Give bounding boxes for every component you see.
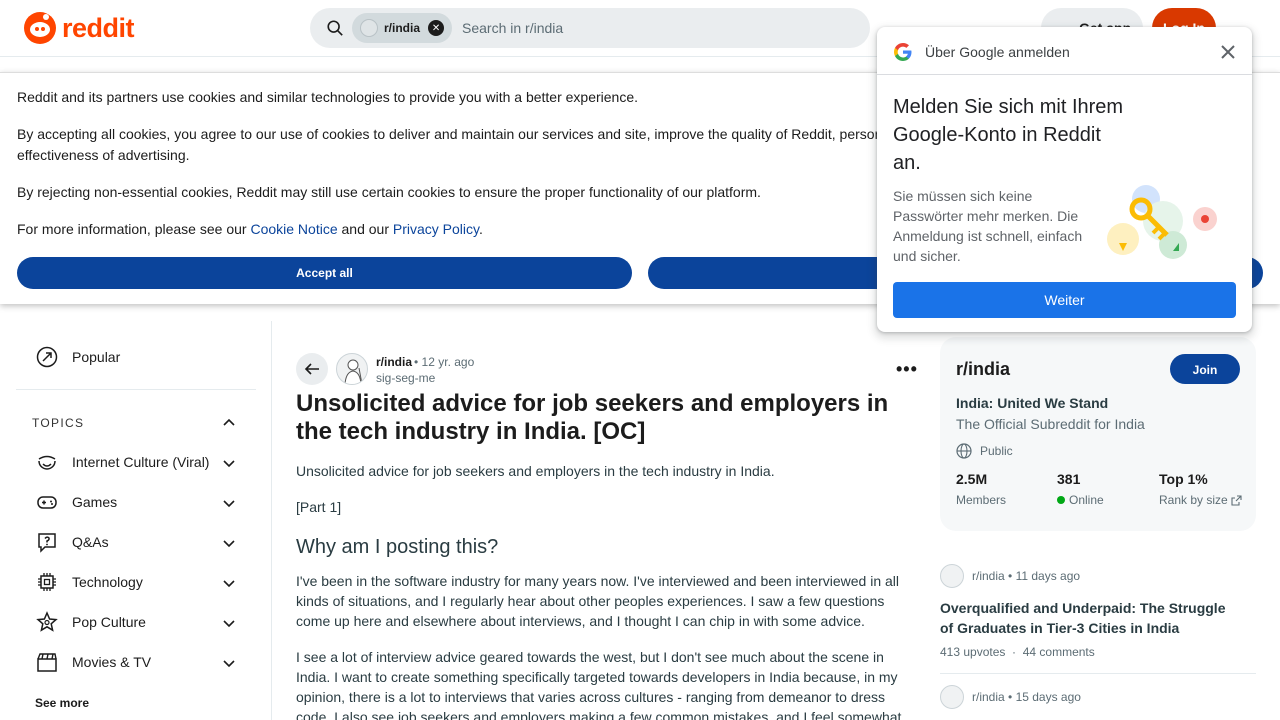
cookie-text-2: By accepting all cookies, you agree to o… (17, 126, 883, 163)
sidebar-item-internet-culture[interactable]: Internet Culture (Viral) (36, 451, 209, 473)
google-signin-popup: Über Google anmelden Melden Sie sich mit… (877, 27, 1252, 332)
rank-label[interactable]: Rank by size (1159, 493, 1242, 507)
post-subreddit[interactable]: r/india (376, 355, 412, 369)
sidebar-item-label: Technology (72, 574, 143, 590)
sidebar-item-label: Pop Culture (72, 614, 146, 630)
key-illustration-icon (1107, 185, 1217, 259)
cookie-text-4: For more information, please see our Coo… (17, 221, 483, 237)
cookie-text-1: Reddit and its partners use cookies and … (17, 89, 639, 105)
left-sidebar: Popular TOPICS Internet Culture (Viral) … (0, 321, 272, 720)
search-bar[interactable]: r/india ✕ Search in r/india (310, 8, 870, 48)
sidebar-item-technology[interactable]: Technology (36, 571, 143, 593)
popup-heading: Melden Sie sich mit Ihrem Google-Konto i… (893, 96, 1124, 174)
popup-body: Sie müssen sich keine Passwörter mehr me… (893, 188, 1083, 264)
related-post[interactable]: r/india • 15 days ago (940, 685, 1256, 715)
members-label: Members (956, 493, 1007, 507)
related-post[interactable]: r/india • 11 days ago Overqualified and … (940, 564, 1256, 674)
post-part: [Part 1] (296, 499, 342, 515)
community-description: The Official Subreddit for India (956, 416, 1145, 432)
external-link-icon (1231, 494, 1242, 506)
privacy-policy-link[interactable]: Privacy Policy (393, 221, 479, 237)
community-title: India: United We Stand (956, 395, 1109, 411)
post-paragraph-2: I see a lot of interview advice geared t… (296, 649, 902, 720)
sidebar-item-movies-tv[interactable]: Movies & TV (36, 651, 151, 673)
rank-value: Top 1% (1159, 471, 1208, 487)
arrow-left-icon (304, 363, 319, 375)
post-time: • 12 yr. ago (414, 355, 475, 369)
chevron-down-icon[interactable] (222, 616, 236, 630)
related-post-stats: 413 upvotes · 44 comments (940, 645, 1095, 659)
related-post-meta: r/india • 15 days ago (972, 690, 1081, 704)
sidebar-divider (16, 389, 256, 390)
divider (940, 673, 1256, 674)
gamepad-icon (37, 496, 57, 509)
post-paragraph-1: I've been in the software industry for m… (296, 573, 900, 629)
post-intro: Unsolicited advice for job seekers and e… (296, 463, 775, 479)
related-post-title[interactable]: Overqualified and Underpaid: The Struggl… (940, 598, 1240, 638)
smile-icon (38, 455, 56, 470)
chevron-down-icon[interactable] (222, 456, 236, 470)
topics-heading: TOPICS (32, 416, 85, 430)
sidebar-item-label: Q&As (72, 534, 109, 550)
subreddit-avatar[interactable] (336, 353, 368, 385)
search-icon (327, 20, 343, 36)
accept-all-button[interactable]: Accept all (17, 257, 632, 289)
star-icon (36, 611, 58, 632)
chevron-up-icon[interactable] (222, 416, 236, 430)
subreddit-search-chip: r/india ✕ (352, 13, 453, 43)
sidebar-item-pop-culture[interactable]: Pop Culture (36, 611, 146, 633)
post-heading: Why am I posting this? (296, 536, 499, 558)
online-label: Online (1057, 493, 1104, 507)
cookie-text-3: By rejecting non-essential cookies, Redd… (17, 184, 761, 200)
popup-header-title: Über Google anmelden (925, 44, 1070, 60)
subreddit-avatar (360, 19, 378, 37)
sidebar-item-label: Popular (72, 349, 121, 365)
sidebar-item-label: Internet Culture (Viral) (72, 454, 210, 470)
chevron-down-icon[interactable] (222, 656, 236, 670)
sidebar-item-label: Games (72, 494, 118, 510)
subreddit-avatar (940, 685, 964, 709)
community-card: r/india Join India: United We Stand The … (940, 337, 1256, 531)
members-count: 2.5M (956, 471, 988, 487)
subreddit-avatar (940, 564, 964, 588)
chevron-down-icon[interactable] (222, 576, 236, 590)
google-g-icon (894, 43, 912, 61)
gandhi-avatar-icon (344, 359, 363, 384)
join-button[interactable]: Join (1170, 354, 1240, 384)
chip-label: r/india (384, 21, 421, 35)
post-title: Unsolicited advice for job seekers and e… (296, 390, 889, 445)
popup-header: Über Google anmelden (877, 27, 1252, 75)
more-options-icon[interactable]: ••• (896, 359, 918, 380)
sidebar-item-label: Movies & TV (72, 654, 152, 670)
cookie-notice-link[interactable]: Cookie Notice (250, 221, 337, 237)
online-count: 381 (1057, 471, 1081, 487)
community-visibility: Public (956, 443, 1013, 459)
globe-icon (956, 443, 972, 459)
sidebar-item-games[interactable]: Games (36, 491, 117, 513)
search-input[interactable]: Search in r/india (462, 20, 563, 36)
chip-icon (38, 573, 56, 591)
related-post-meta: r/india • 11 days ago (972, 569, 1081, 583)
close-icon[interactable] (1219, 43, 1237, 61)
continue-button[interactable]: Weiter (893, 282, 1236, 318)
post-author[interactable]: sig-seg-me (376, 371, 435, 385)
sidebar-item-qas[interactable]: Q&As (36, 531, 109, 553)
question-icon (38, 533, 56, 553)
community-name[interactable]: r/india (956, 359, 1010, 380)
see-more-button[interactable]: See more (35, 696, 89, 710)
sidebar-item-popular[interactable]: Popular (36, 346, 120, 368)
logo-text: reddit (62, 12, 135, 43)
online-dot-icon (1057, 496, 1065, 504)
reddit-snoo-icon (24, 12, 56, 44)
chip-remove-icon[interactable]: ✕ (428, 20, 445, 36)
reddit-logo[interactable]: reddit (24, 12, 135, 44)
chevron-down-icon[interactable] (222, 496, 236, 510)
popular-icon (36, 346, 58, 368)
chevron-down-icon[interactable] (222, 536, 236, 550)
back-button[interactable] (296, 353, 328, 385)
clapper-icon (37, 653, 57, 672)
